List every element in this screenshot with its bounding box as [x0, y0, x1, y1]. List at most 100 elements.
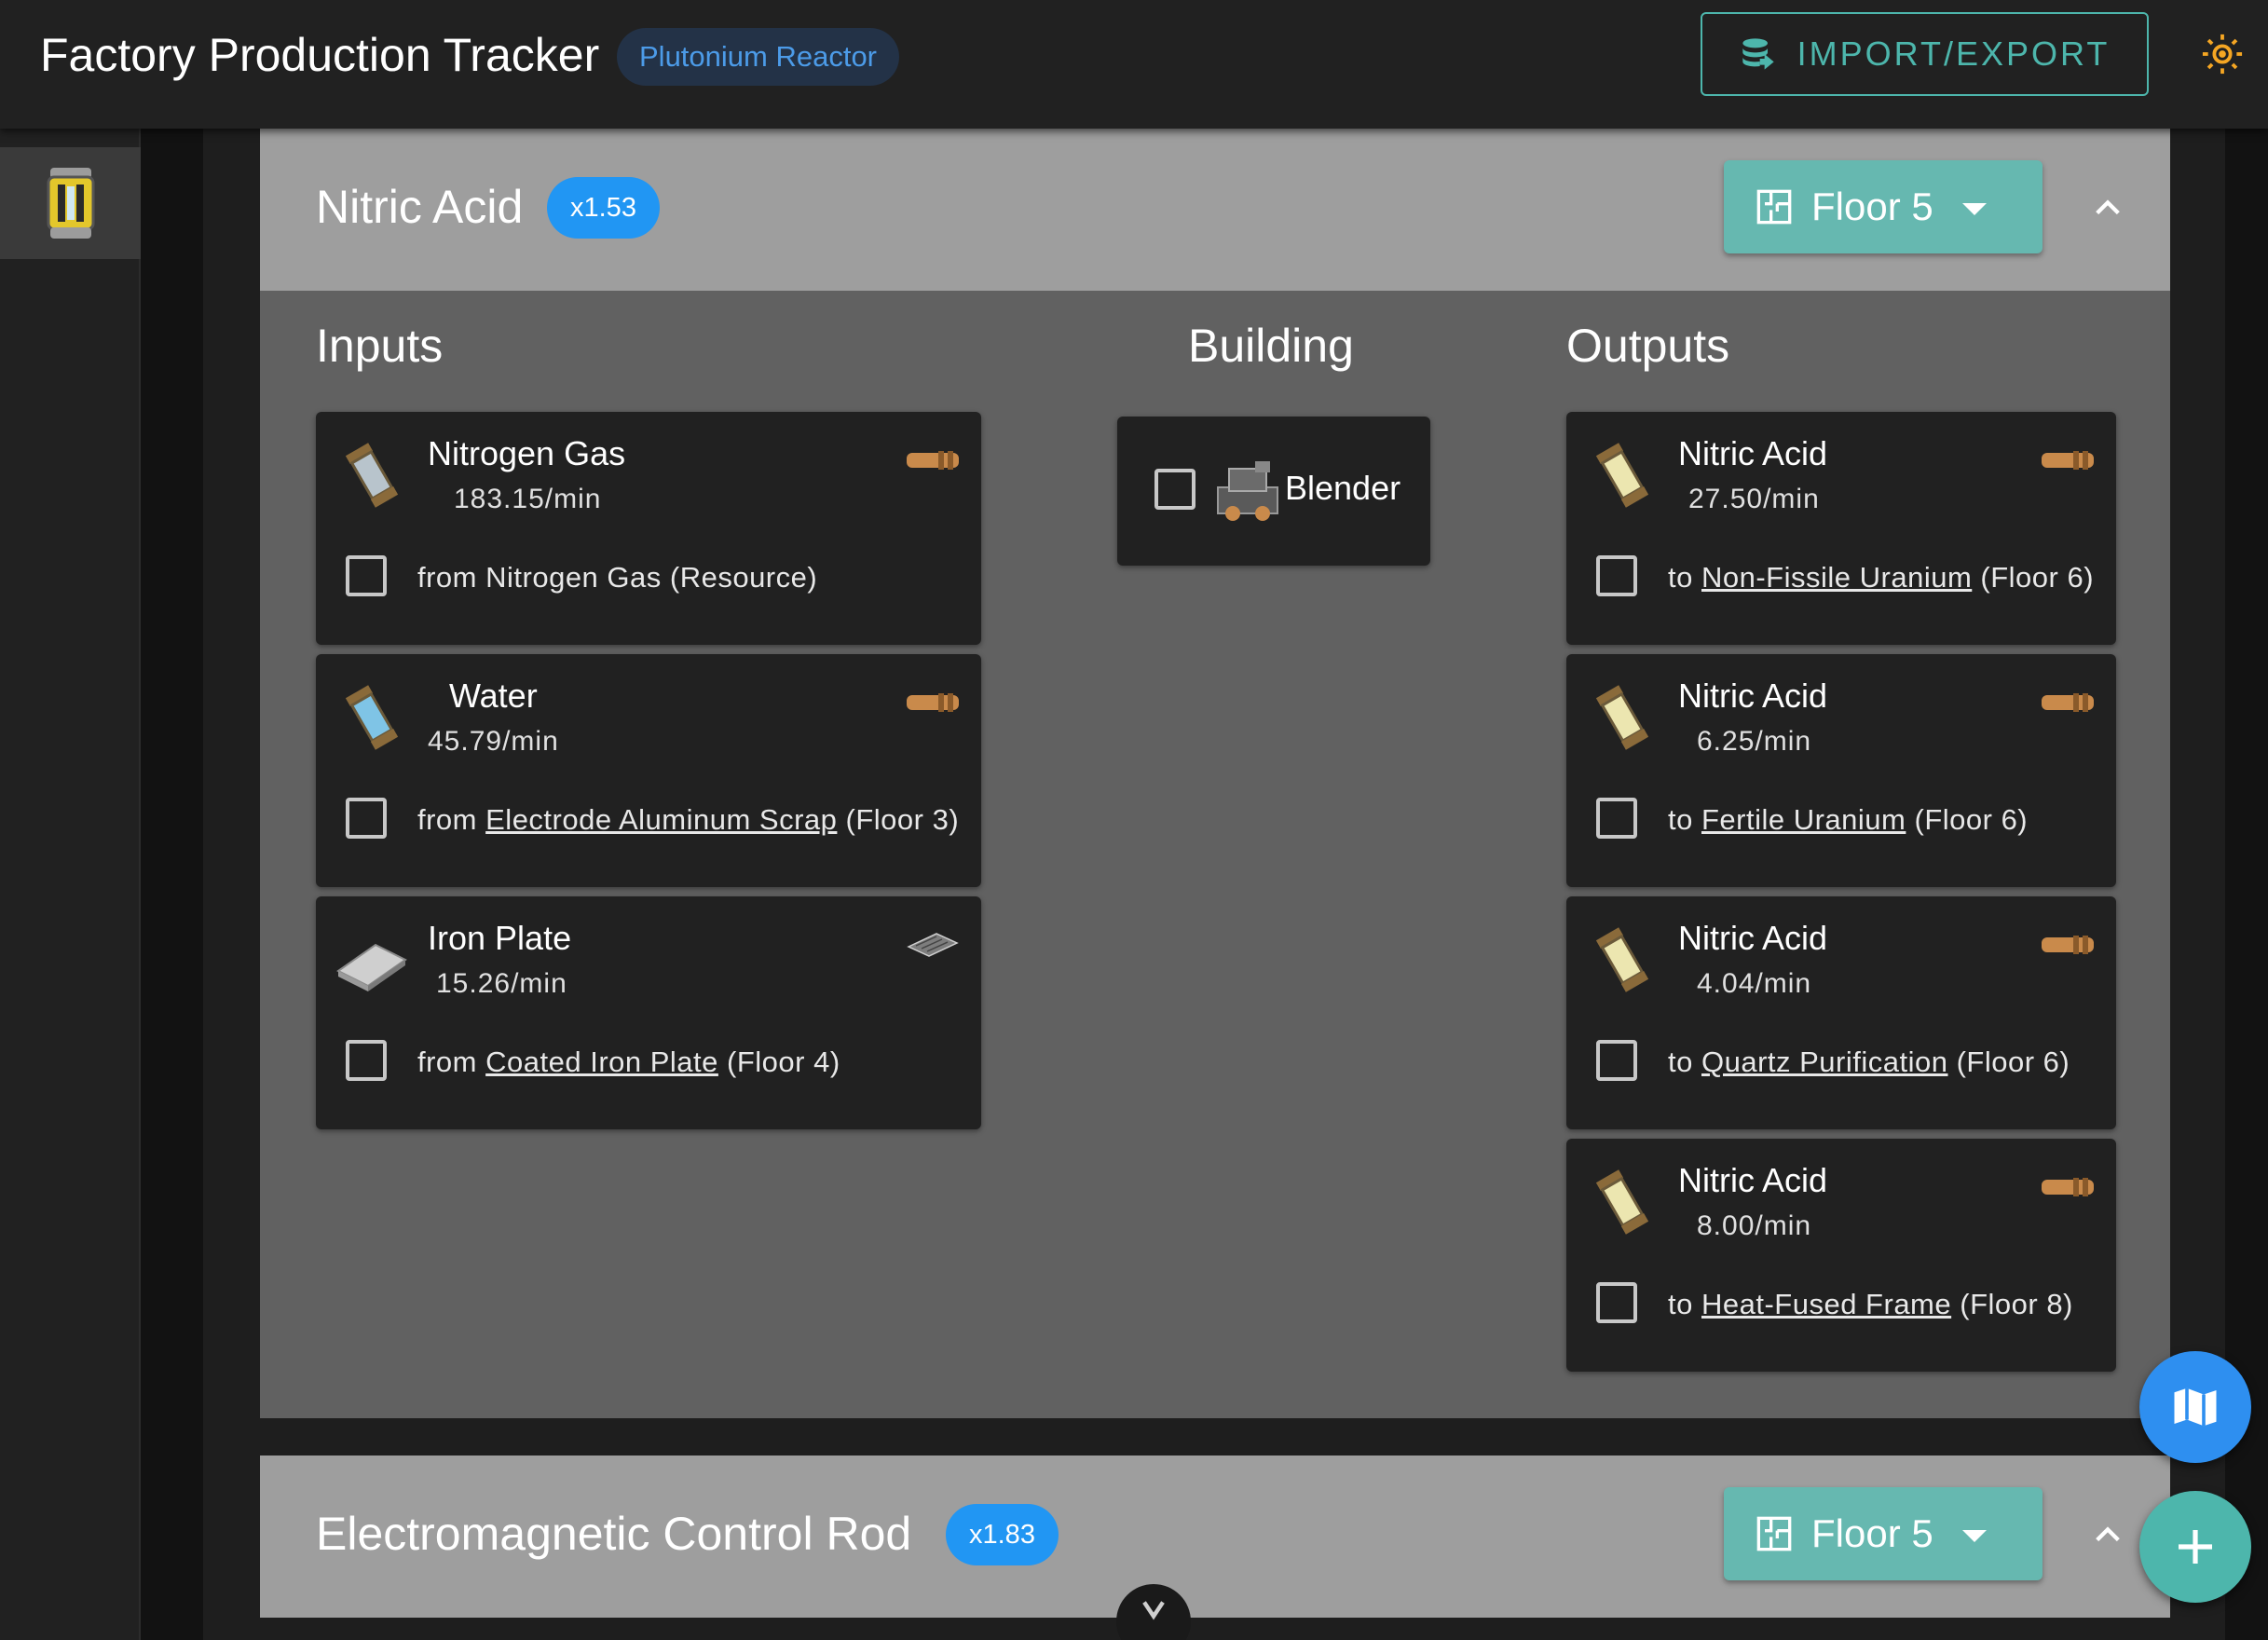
output-checkbox[interactable]	[1596, 798, 1637, 839]
output-checkbox[interactable]	[1596, 1040, 1637, 1081]
floor-plan-icon	[1756, 1516, 1792, 1551]
chevron-up-icon	[2096, 1526, 2120, 1542]
reactor-canister-icon	[47, 168, 94, 239]
destination-recipe-link[interactable]: Quartz Purification	[1701, 1046, 1948, 1078]
group-title: Electromagnetic Control Rod	[316, 1508, 912, 1560]
item-name: Water	[449, 676, 538, 715]
route-floor: (Floor 3)	[845, 803, 960, 836]
floor-plan-icon	[1756, 189, 1792, 225]
floor-label: Floor 5	[1811, 1511, 1933, 1555]
route-prefix: from	[417, 1046, 477, 1078]
item-name: Nitric Acid	[1678, 676, 1828, 715]
gas-canister-icon	[345, 443, 399, 508]
collapse-button[interactable]	[2084, 184, 2131, 231]
floor-select-button[interactable]: Floor 5	[1724, 1487, 2043, 1580]
output-checkbox[interactable]	[1596, 555, 1637, 596]
floor-select-button[interactable]: Floor 5	[1724, 160, 2043, 253]
input-checkbox[interactable]	[346, 1040, 387, 1081]
nitric-acid-canister-icon	[1595, 927, 1649, 992]
building-heading: Building	[1188, 320, 1354, 372]
group-header: Electromagnetic Control Rod x1.83 Floor …	[260, 1456, 2170, 1618]
import-export-button[interactable]: IMPORT/EXPORT	[1701, 12, 2149, 96]
import-export-label: IMPORT/EXPORT	[1797, 34, 2111, 73]
input-checkbox[interactable]	[346, 798, 387, 839]
nitric-acid-canister-icon	[1595, 443, 1649, 508]
group-header: Nitric Acid x1.53 Floor 5	[260, 129, 2170, 291]
floor-map-button[interactable]	[2139, 1351, 2251, 1463]
item-rate: 27.50/min	[1688, 484, 1820, 514]
outputs-heading: Outputs	[1566, 320, 1730, 372]
input-source: from Coated Iron Plate (Floor 4)	[417, 1046, 840, 1079]
iron-plate-icon	[336, 943, 407, 991]
item-name: Nitric Acid	[1678, 1161, 1828, 1199]
input-source: from Nitrogen Gas (Resource)	[417, 561, 817, 594]
pipe-icon	[2042, 451, 2094, 470]
output-card: Nitric Acid 4.04/min to Quartz Purificat…	[1566, 896, 2116, 1129]
inputs-heading: Inputs	[316, 320, 444, 372]
item-name: Iron Plate	[428, 919, 572, 957]
destination-recipe-link[interactable]: Fertile Uranium	[1701, 803, 1906, 836]
map-icon	[2174, 1387, 2217, 1427]
input-source: from Electrode Aluminum Scrap (Floor 3)	[417, 803, 959, 837]
input-card: Water 45.79/min from Electrode Aluminum …	[316, 654, 981, 887]
pipe-icon	[907, 451, 959, 470]
destination-recipe-link[interactable]: Non-Fissile Uranium	[1701, 561, 1972, 594]
input-card: Nitrogen Gas 183.15/min from Nitrogen Ga…	[316, 412, 981, 645]
production-group: Electromagnetic Control Rod x1.83 Floor …	[260, 1456, 2170, 1618]
output-card: Nitric Acid 6.25/min to Fertile Uranium …	[1566, 654, 2116, 887]
destination-recipe-link[interactable]: Heat-Fused Frame	[1701, 1288, 1951, 1320]
route-prefix: from	[417, 561, 477, 594]
output-destination: to Heat-Fused Frame (Floor 8)	[1668, 1288, 2073, 1321]
item-rate: 15.26/min	[436, 968, 567, 999]
nav-item-plutonium-reactor[interactable]	[0, 147, 141, 259]
theme-toggle-button[interactable]	[2199, 26, 2246, 82]
nitric-acid-canister-icon	[1595, 1169, 1649, 1235]
dropdown-caret-icon	[1962, 203, 1987, 215]
item-name: Nitric Acid	[1678, 434, 1828, 472]
item-rate: 45.79/min	[428, 726, 559, 757]
output-card: Nitric Acid 8.00/min to Heat-Fused Frame…	[1566, 1139, 2116, 1372]
multiplier-chip: x1.53	[547, 177, 660, 239]
sun-icon	[2202, 34, 2243, 75]
item-rate: 6.25/min	[1697, 726, 1812, 757]
route-prefix: to	[1668, 1288, 1693, 1320]
multiplier-chip: x1.83	[946, 1504, 1059, 1565]
database-export-icon	[1742, 38, 1774, 70]
building-checkbox[interactable]	[1154, 469, 1195, 510]
dropdown-caret-icon	[1962, 1530, 1987, 1542]
chevron-down-icon	[1142, 1601, 1165, 1620]
collapse-button[interactable]	[2084, 1511, 2131, 1558]
source-recipe-link[interactable]: Electrode Aluminum Scrap	[485, 803, 837, 836]
plus-icon	[2179, 1530, 2212, 1564]
route-floor: (Floor 6)	[1956, 1046, 2070, 1078]
add-group-button[interactable]	[2139, 1491, 2251, 1603]
group-title: Nitric Acid	[316, 181, 524, 233]
app-bar: Factory Production Tracker Plutonium Rea…	[0, 0, 2268, 129]
chevron-up-icon	[2096, 199, 2120, 215]
output-destination: to Quartz Purification (Floor 6)	[1668, 1046, 2070, 1079]
app-title: Factory Production Tracker	[40, 29, 600, 81]
route-prefix: from	[417, 803, 477, 836]
water-canister-icon	[345, 685, 399, 750]
group-body: Inputs Building Outputs Nitrogen Gas 183…	[260, 291, 2170, 1418]
building-card: Blender	[1117, 417, 1430, 566]
output-checkbox[interactable]	[1596, 1282, 1637, 1323]
source-recipe-link[interactable]: Coated Iron Plate	[485, 1046, 718, 1078]
blender-icon	[1217, 461, 1278, 521]
route-prefix: to	[1668, 1046, 1693, 1078]
input-checkbox[interactable]	[346, 555, 387, 596]
navigation-rail	[0, 129, 141, 1640]
route-source-text: Nitrogen Gas (Resource)	[485, 561, 818, 594]
route-prefix: to	[1668, 803, 1693, 836]
route-floor: (Floor 6)	[1914, 803, 2029, 836]
pipe-icon	[907, 693, 959, 712]
route-floor: (Floor 6)	[1980, 561, 2095, 594]
plan-chip[interactable]: Plutonium Reactor	[617, 28, 900, 86]
item-name: Nitrogen Gas	[428, 434, 626, 472]
pipe-icon	[2042, 1178, 2094, 1196]
item-rate: 8.00/min	[1697, 1210, 1812, 1241]
pipe-icon	[2042, 936, 2094, 954]
route-floor: (Floor 8)	[1960, 1288, 2073, 1320]
route-floor: (Floor 4)	[727, 1046, 840, 1078]
nitric-acid-canister-icon	[1595, 685, 1649, 750]
